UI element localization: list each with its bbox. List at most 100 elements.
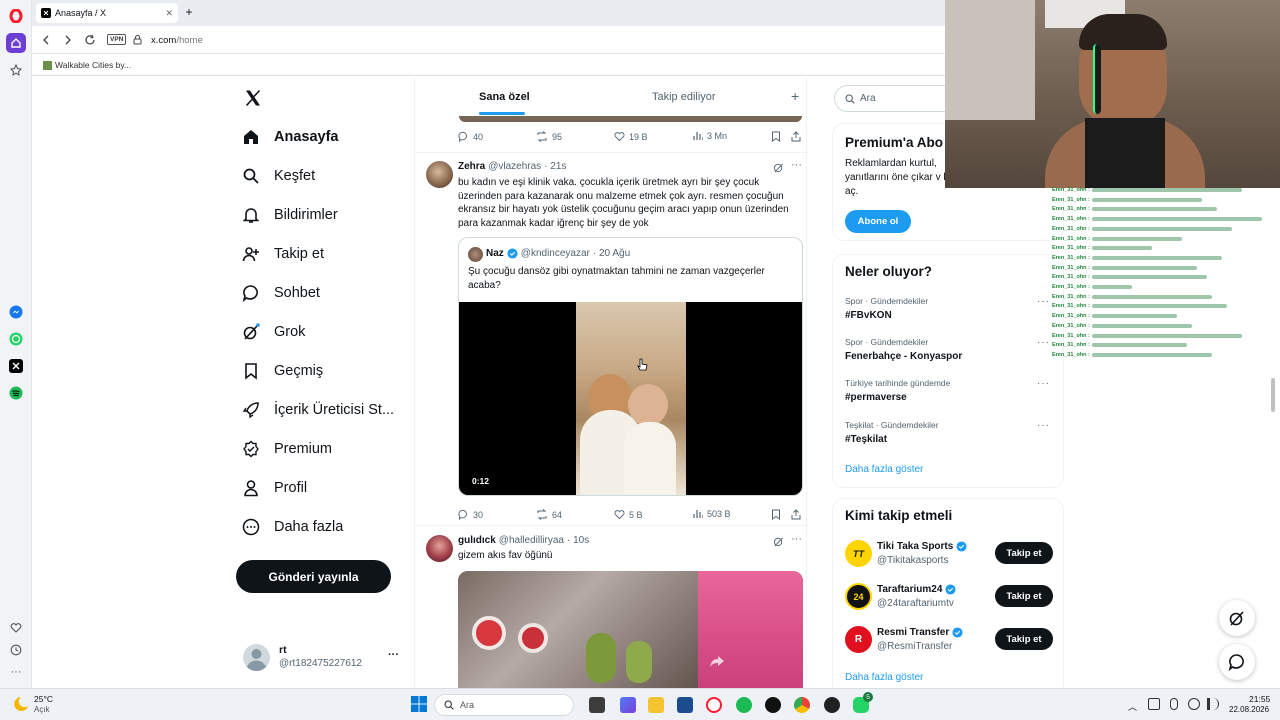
tweet-avatar[interactable] <box>426 161 453 188</box>
trend-item[interactable]: Türkiye tarihinde gündemde #permaverse ·… <box>845 378 1050 403</box>
views-button[interactable]: 503 B <box>693 509 731 519</box>
file-explorer-icon[interactable] <box>648 697 664 713</box>
follow-button[interactable]: Takip et <box>995 585 1053 607</box>
nav-chat[interactable]: Sohbet <box>242 284 320 302</box>
app-taskbar-icon[interactable] <box>765 697 781 713</box>
tweet-more-icon[interactable]: ··· <box>791 533 802 545</box>
messages-fab[interactable] <box>1219 644 1255 680</box>
follow-show-more[interactable]: Daha fazla göster <box>845 672 923 683</box>
post-button[interactable]: Gönderi yayınla <box>236 560 391 593</box>
weather-temp[interactable]: 25°C <box>34 694 53 704</box>
tweet-more-icon[interactable]: ··· <box>791 159 802 171</box>
tweet-media[interactable] <box>458 571 803 688</box>
trend-item[interactable]: Spor · Gündemdekiler #FBvKON ··· <box>845 296 1050 321</box>
spotify-icon[interactable] <box>6 383 26 403</box>
like-button[interactable]: 5 B <box>614 509 643 520</box>
back-icon[interactable] <box>41 34 51 46</box>
grok-explain-icon[interactable] <box>773 162 784 173</box>
history-icon[interactable] <box>6 640 26 660</box>
follow-button[interactable]: Takip et <box>995 628 1053 650</box>
x-logo-icon[interactable] <box>244 89 262 107</box>
reload-icon[interactable] <box>84 34 96 46</box>
lock-icon[interactable] <box>133 34 142 45</box>
messenger-icon[interactable] <box>6 302 26 322</box>
reply-button[interactable]: 40 <box>458 131 483 142</box>
bookmark-action-icon[interactable] <box>771 131 781 142</box>
whatsapp-icon[interactable] <box>6 329 26 349</box>
tweet[interactable]: Zehra @vlazehras · 21s ··· bu kadın ve e… <box>415 153 808 525</box>
widgets-icon[interactable] <box>620 697 636 713</box>
clock-time[interactable]: 21:55 <box>1249 694 1270 704</box>
tweet-avatar[interactable] <box>426 535 453 562</box>
trend-more-icon[interactable]: ··· <box>1037 337 1050 348</box>
account-more-icon[interactable]: ··· <box>388 649 399 661</box>
start-icon[interactable] <box>411 696 427 712</box>
more-icon[interactable]: ··· <box>6 662 26 682</box>
nav-notifications[interactable]: Bildirimler <box>242 206 338 224</box>
share-icon[interactable] <box>791 131 801 142</box>
obs-taskbar-icon[interactable] <box>824 697 840 713</box>
opera-taskbar-icon[interactable] <box>706 697 722 713</box>
page-scrollbar[interactable] <box>1271 378 1275 412</box>
author-name[interactable]: Zehra <box>458 161 485 172</box>
heart-icon[interactable] <box>6 618 26 638</box>
opera-logo-icon[interactable] <box>6 6 26 26</box>
tab-following[interactable]: Takip ediliyor <box>652 91 716 103</box>
views-button[interactable]: 3 Mn <box>693 131 727 141</box>
tweet[interactable]: gulıdıck @halledilliryaa · 10s ··· gizem… <box>415 526 808 688</box>
author-name[interactable]: gulıdıck <box>458 535 496 546</box>
tray-network-icon[interactable] <box>1148 698 1160 710</box>
grok-fab[interactable] <box>1219 600 1255 636</box>
reply-button[interactable]: 30 <box>458 509 483 520</box>
tray-mic-icon[interactable] <box>1170 698 1178 710</box>
grok-explain-icon[interactable] <box>773 536 784 547</box>
forward-icon[interactable] <box>63 34 73 46</box>
taskbar-search[interactable]: Ara <box>434 694 574 716</box>
follow-button[interactable]: Takip et <box>995 542 1053 564</box>
author-handle[interactable]: @vlazehras <box>488 161 541 172</box>
tab-for-you[interactable]: Sana özel <box>479 91 530 103</box>
quote-video[interactable]: 0:12 <box>459 302 802 495</box>
vpn-badge[interactable]: VPN <box>107 34 127 45</box>
trends-show-more[interactable]: Daha fazla göster <box>845 464 923 475</box>
quoted-tweet[interactable]: Naz @kndinceyazar · 20 Ağu Şu çocuğu dan… <box>458 237 803 496</box>
media-share-icon[interactable] <box>709 653 725 669</box>
task-view-icon[interactable] <box>589 697 605 713</box>
trend-more-icon[interactable]: ··· <box>1037 420 1050 431</box>
follow-suggestion[interactable]: 24 Taraftarium24 @24taraftariumtv Takip … <box>833 581 1065 613</box>
x-app-icon[interactable] <box>6 356 26 376</box>
clock-date[interactable]: 22.08.2026 <box>1229 705 1269 714</box>
share-icon[interactable] <box>791 509 801 520</box>
nav-creator-studio[interactable]: İçerik Üreticisi St... <box>242 401 394 419</box>
nav-grok[interactable]: Grok <box>242 323 305 341</box>
tray-wifi-icon[interactable] <box>1188 698 1200 710</box>
nav-follow[interactable]: Takip et <box>242 245 324 263</box>
tweet-time[interactable]: · 21s <box>544 161 566 172</box>
trend-more-icon[interactable]: ··· <box>1037 296 1050 307</box>
subscribe-button[interactable]: Abone ol <box>845 210 911 233</box>
add-tab-icon[interactable]: + <box>791 88 799 104</box>
pin-icon[interactable] <box>6 60 26 80</box>
tweet-time[interactable]: · 10s <box>567 535 589 546</box>
home-workspace-icon[interactable] <box>6 33 26 53</box>
tray-overflow-icon[interactable]: ︿ <box>1128 700 1137 713</box>
follow-suggestion[interactable]: R Resmi Transfer @ResmiTransfer Takip et <box>833 624 1065 656</box>
tray-volume-icon[interactable] <box>1207 698 1219 710</box>
nav-home[interactable]: Anasayfa <box>242 128 338 146</box>
nav-more[interactable]: Daha fazla <box>242 518 343 536</box>
repost-button[interactable]: 64 <box>536 509 562 520</box>
chrome-taskbar-icon[interactable] <box>794 697 810 713</box>
tab-close-icon[interactable]: ✕ <box>165 8 173 19</box>
new-tab-button[interactable]: + <box>182 5 196 19</box>
trend-item[interactable]: Spor · Gündemdekiler Fenerbahçe - Konyas… <box>845 337 1050 362</box>
bookmark-action-icon[interactable] <box>771 509 781 520</box>
follow-suggestion[interactable]: TT Tiki Taka Sports @Tikitakasports Taki… <box>833 538 1065 570</box>
like-button[interactable]: 19 B <box>614 131 648 142</box>
nav-bookmarks[interactable]: Geçmiş <box>242 362 323 380</box>
author-handle[interactable]: @halledilliryaa <box>499 535 564 546</box>
tab-active[interactable]: Anasayfa / X ✕ <box>36 3 178 23</box>
account-switcher[interactable]: rt @rt182475227612 ··· <box>243 643 408 671</box>
nav-explore[interactable]: Keşfet <box>242 167 315 185</box>
spotify-taskbar-icon[interactable] <box>736 697 752 713</box>
trend-item[interactable]: Teşkilat · Gündemdekiler #Teşkilat ··· <box>845 420 1050 445</box>
